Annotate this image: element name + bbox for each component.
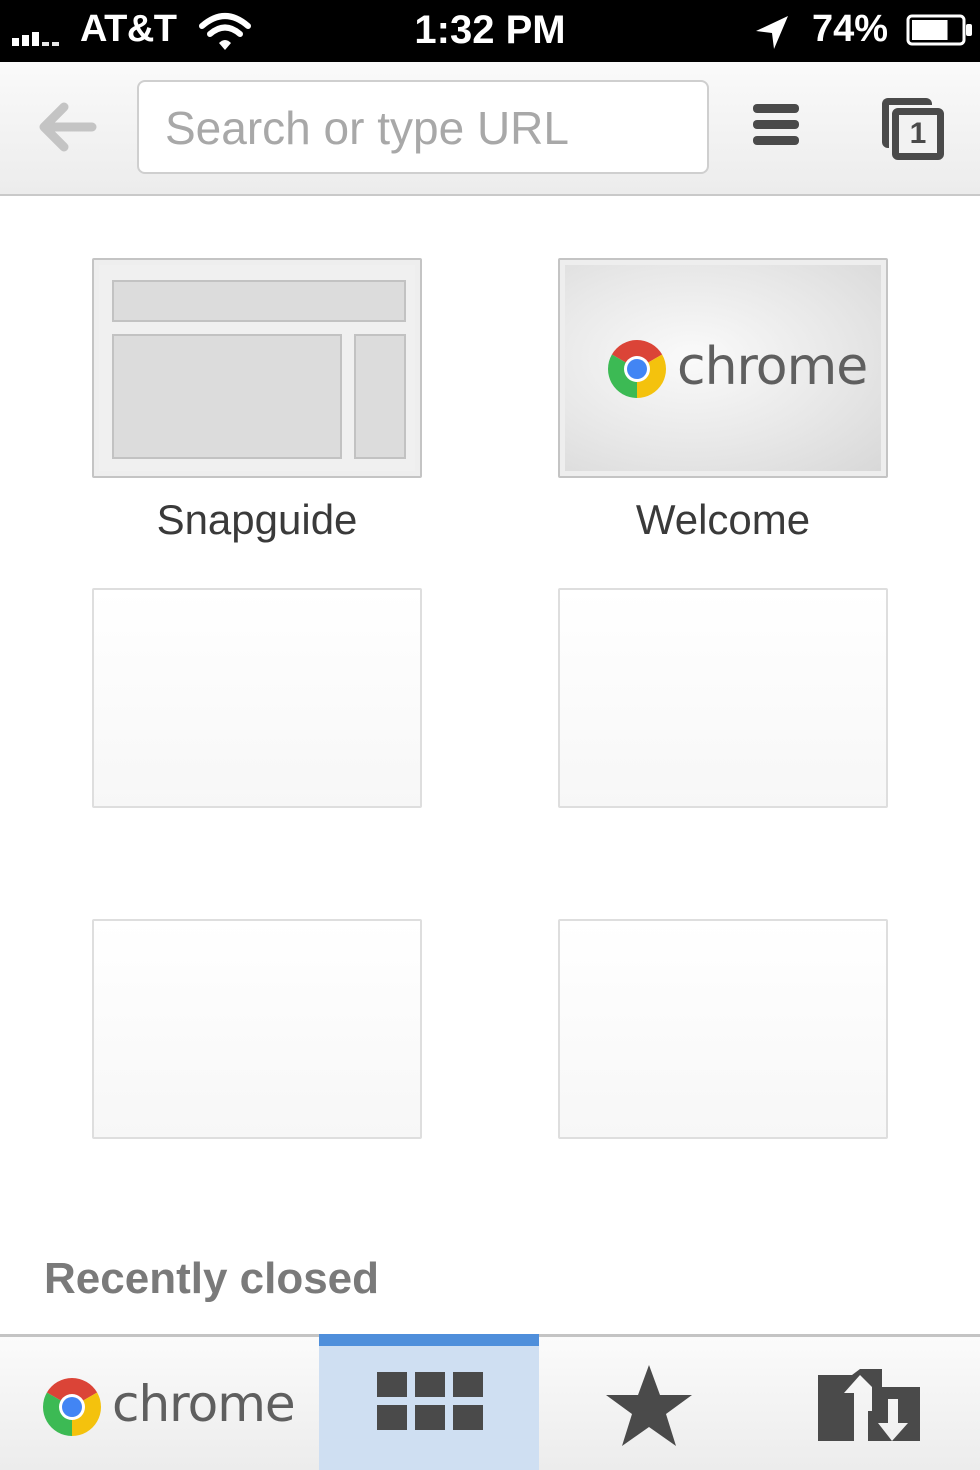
battery-icon: [906, 14, 972, 46]
location-arrow-icon: [756, 16, 788, 49]
status-bar: AT&T 1:32 PM 74%: [0, 0, 980, 62]
tab-most-visited[interactable]: [319, 1334, 539, 1470]
search-input[interactable]: [165, 96, 685, 160]
welcome-thumbnail: chrome: [565, 265, 881, 471]
omnibox[interactable]: [137, 80, 709, 174]
browser-toolbar: 1: [0, 62, 980, 196]
tile-label-snapguide: Snapguide: [156, 496, 358, 543]
most-visited-tile-welcome[interactable]: chrome: [558, 258, 888, 478]
most-visited-tile-empty: [92, 919, 422, 1139]
chrome-wordmark: chrome: [677, 337, 868, 397]
chrome-logo-icon: [43, 1378, 101, 1436]
most-visited-tile-empty: [92, 588, 422, 808]
bottom-navigation-bar: chrome: [0, 1334, 980, 1470]
battery-percentage: 74%: [812, 8, 889, 50]
chrome-logo-icon: [608, 340, 666, 398]
most-visited-tile-empty: [558, 588, 888, 808]
star-icon[interactable]: [604, 1363, 694, 1449]
page-layout-thumbnail: [99, 265, 415, 471]
most-visited-tile-snapguide[interactable]: [92, 258, 422, 478]
tile-label-welcome: Welcome: [635, 496, 811, 543]
sync-devices-icon[interactable]: [816, 1367, 924, 1441]
grid-icon: [377, 1372, 483, 1430]
back-arrow-icon[interactable]: [30, 92, 100, 162]
tab-switcher-button[interactable]: 1: [876, 94, 948, 166]
most-visited-tile-empty: [558, 919, 888, 1139]
recently-closed-heading: Recently closed: [44, 1254, 380, 1303]
chrome-wordmark: chrome: [112, 1375, 296, 1433]
tab-count: 1: [909, 117, 927, 150]
menu-icon[interactable]: [748, 100, 804, 156]
